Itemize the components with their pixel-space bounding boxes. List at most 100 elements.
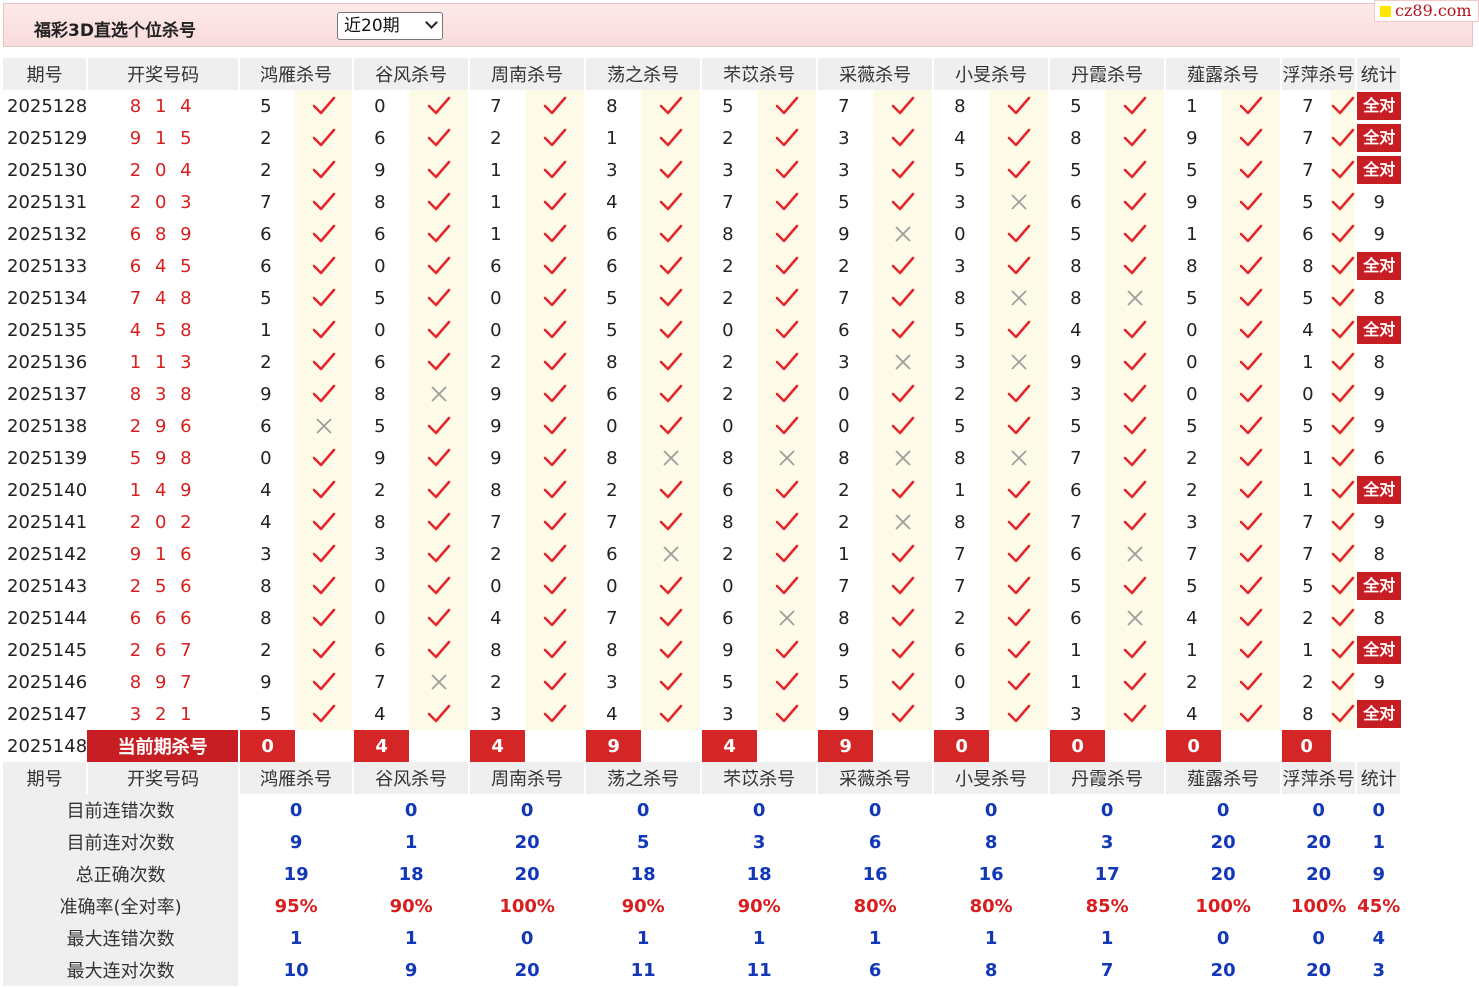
result-mark-cell <box>989 538 1051 570</box>
kill-number-cell: 8 <box>1186 255 1198 277</box>
kill-number-cell: 9 <box>1070 351 1082 373</box>
col-header-period: 期号 <box>3 58 89 90</box>
summary-value: 11 <box>701 954 819 986</box>
period-range-select[interactable]: 近20期 <box>337 12 443 40</box>
check-icon <box>757 96 815 116</box>
result-mark-cell <box>409 474 471 506</box>
check-icon <box>1331 704 1355 724</box>
kill-number-cell: 5 <box>722 95 734 117</box>
check-icon <box>525 224 583 244</box>
check-icon <box>873 480 931 500</box>
stat-cell: 9 <box>1373 191 1385 213</box>
kill-number-cell: 9 <box>838 639 850 661</box>
check-icon <box>295 544 351 564</box>
check-icon <box>295 256 351 276</box>
check-icon <box>1105 672 1163 692</box>
result-mark-cell <box>525 90 587 122</box>
result-mark-cell <box>525 698 587 730</box>
stat-cell: 8 <box>1373 351 1385 373</box>
kill-number-cell: 9 <box>374 159 386 181</box>
summary-value: 20 <box>1281 858 1358 890</box>
result-mark-cell <box>1105 154 1167 186</box>
kill-number-cell: 0 <box>1186 383 1198 405</box>
check-icon <box>409 512 467 532</box>
all-correct-badge: 全对 <box>1357 124 1402 152</box>
check-icon <box>1331 640 1355 660</box>
result-mark-cell <box>989 506 1051 538</box>
check-icon <box>1105 352 1163 372</box>
kill-number-cell: 8 <box>260 607 272 629</box>
all-correct-badge: 全对 <box>1357 316 1402 344</box>
result-mark-cell <box>757 186 819 218</box>
check-icon <box>1105 96 1163 116</box>
kill-number-cell: 7 <box>606 607 618 629</box>
check-icon <box>989 576 1047 596</box>
result-mark-cell <box>989 634 1051 666</box>
check-icon <box>295 384 351 404</box>
current-kill-blank <box>1331 730 1358 762</box>
draw-numbers-cell: 2 0 2 <box>87 506 241 538</box>
kill-number-cell: 2 <box>374 479 386 501</box>
kill-number-cell: 9 <box>374 447 386 469</box>
cross-icon <box>873 512 931 532</box>
summary-value: 90% <box>701 890 819 922</box>
period-cell: 2025139 <box>7 447 88 469</box>
check-icon <box>757 320 815 340</box>
kill-number-cell: 2 <box>954 607 966 629</box>
summary-value: 5 <box>585 826 703 858</box>
stat-cell: 8 <box>1373 287 1385 309</box>
result-mark-cell <box>1221 570 1283 602</box>
site-brand[interactable]: cz89.com <box>1374 0 1479 22</box>
check-icon <box>295 192 351 212</box>
kill-number-cell: 2 <box>260 351 272 373</box>
check-icon <box>295 512 351 532</box>
table-row: 2025129 9 1 5 2 6 2 1 2 3 4 8 9 7 全对 <box>3 122 1402 154</box>
result-mark-cell <box>1221 122 1283 154</box>
result-mark-cell <box>757 90 819 122</box>
check-icon <box>525 448 583 468</box>
kill-number-cell: 3 <box>374 543 386 565</box>
period-cell: 2025135 <box>7 319 88 341</box>
period-cell: 2025144 <box>7 607 88 629</box>
kill-number-cell: 7 <box>1070 447 1082 469</box>
result-mark-cell <box>1331 442 1358 474</box>
col-header-expert: 薤露杀号 <box>1165 58 1283 90</box>
summary-value: 0 <box>1049 794 1167 826</box>
summary-value: 1 <box>933 922 1051 954</box>
kill-number-cell: 1 <box>1070 671 1082 693</box>
check-icon <box>409 544 467 564</box>
summary-value: 18 <box>353 858 471 890</box>
stat-cell: 全对 <box>1356 90 1402 122</box>
result-mark-cell <box>409 538 471 570</box>
check-icon <box>525 352 583 372</box>
table-row: 2025139 5 9 8 0 9 9 8 8 8 8 7 2 1 6 <box>3 442 1401 474</box>
result-mark-cell <box>641 90 703 122</box>
check-icon <box>525 256 583 276</box>
result-mark-cell <box>409 186 471 218</box>
col-header-expert: 鸿雁杀号 <box>239 762 355 794</box>
result-mark-cell <box>1331 538 1358 570</box>
draw-numbers-cell: 1 4 9 <box>87 474 241 506</box>
check-icon <box>1221 128 1279 148</box>
result-mark-cell <box>989 282 1051 314</box>
kill-number-cell: 8 <box>954 447 966 469</box>
period-cell: 2025138 <box>7 415 88 437</box>
check-icon <box>757 640 815 660</box>
result-mark-cell <box>1105 442 1167 474</box>
check-icon <box>409 160 467 180</box>
current-kill-label: 当前期杀号 <box>87 730 241 762</box>
check-icon <box>1221 288 1279 308</box>
result-mark-cell <box>757 474 819 506</box>
col-header-expert: 小旻杀号 <box>933 58 1051 90</box>
kill-number-cell: 8 <box>1070 287 1082 309</box>
check-icon <box>525 416 583 436</box>
check-icon <box>1331 608 1355 628</box>
kill-number-cell: 3 <box>838 351 850 373</box>
kill-number-cell: 1 <box>1070 639 1082 661</box>
check-icon <box>295 704 351 724</box>
summary-label: 最大连错次数 <box>3 922 241 954</box>
draw-numbers-cell: 3 2 1 <box>87 698 241 730</box>
check-icon <box>1331 128 1355 148</box>
col-header-expert: 浮萍杀号 <box>1281 762 1358 794</box>
kill-number-cell: 1 <box>1186 223 1198 245</box>
